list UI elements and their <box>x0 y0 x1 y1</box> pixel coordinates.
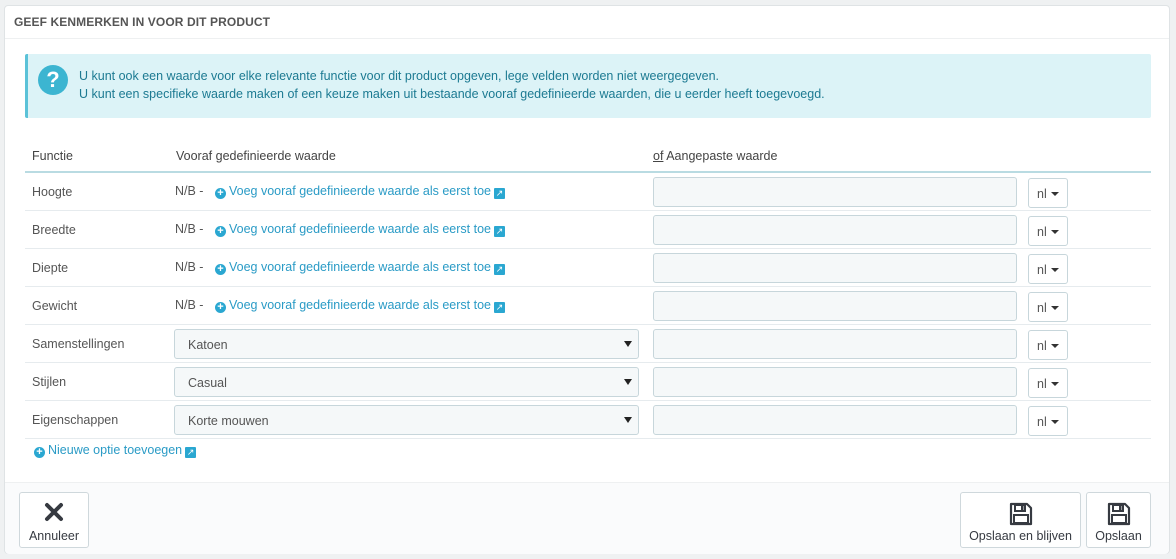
add-link-label: Voeg vooraf gedefinieerde waarde als eer… <box>229 298 491 312</box>
product-features-panel: GEEF KENMERKEN IN VOOR DIT PRODUCT ? U k… <box>4 5 1170 554</box>
feature-name: Gewicht <box>32 299 78 313</box>
external-link-icon: ↗ <box>493 226 505 237</box>
custom-value-input[interactable] <box>653 291 1017 321</box>
info-alert: ? U kunt ook een waarde voor elke releva… <box>25 54 1151 118</box>
save-and-stay-label: Opslaan en blijven <box>969 529 1072 543</box>
feature-name: Diepte <box>32 261 69 275</box>
header-custom-label: Aangepaste waarde <box>663 149 778 163</box>
table-row: Gewicht N/B - + Voeg vooraf gedefinieerde… <box>25 287 1151 325</box>
header-function: Functie <box>32 149 73 163</box>
custom-value-input[interactable] <box>653 329 1017 359</box>
plus-circle-icon: + <box>215 226 226 237</box>
na-label: N/B - <box>175 260 204 274</box>
table-row: Samenstellingen Katoen nl <box>25 325 1151 363</box>
add-link-label: Voeg vooraf gedefinieerde waarde als eer… <box>229 260 491 274</box>
add-predefined-value-link[interactable]: + Voeg vooraf gedefinieerde waarde als ee… <box>215 260 505 275</box>
language-code: nl <box>1037 187 1047 201</box>
language-code: nl <box>1037 225 1047 239</box>
language-dropdown[interactable]: nl <box>1028 292 1068 322</box>
selected-value: Katoen <box>188 338 228 352</box>
question-circle-icon: ? <box>38 65 68 95</box>
language-code: nl <box>1037 301 1047 315</box>
caret-down-icon <box>624 417 632 423</box>
panel-title: GEEF KENMERKEN IN VOOR DIT PRODUCT <box>5 6 1169 39</box>
feature-name: Hoogte <box>32 185 73 199</box>
external-link-icon: ↗ <box>185 447 197 458</box>
custom-value-input[interactable] <box>653 215 1017 245</box>
custom-value-input[interactable] <box>653 253 1017 283</box>
language-dropdown[interactable]: nl <box>1028 216 1068 246</box>
caret-down-icon <box>1051 420 1059 424</box>
add-predefined-value-link[interactable]: + Voeg vooraf gedefinieerde waarde als ee… <box>215 222 505 237</box>
add-predefined-value-link[interactable]: + Voeg vooraf gedefinieerde waarde als ee… <box>215 184 505 199</box>
external-link-icon: ↗ <box>493 188 505 199</box>
na-label: N/B - <box>175 298 204 312</box>
caret-down-icon <box>624 379 632 385</box>
caret-down-icon <box>1051 344 1059 348</box>
caret-down-icon <box>1051 192 1059 196</box>
panel-footer: Annuleer Opslaan en blijven Opslaan <box>5 482 1169 554</box>
external-link-icon: ↗ <box>493 302 505 313</box>
save-icon <box>1009 502 1033 529</box>
add-link-label: Voeg vooraf gedefinieerde waarde als eer… <box>229 184 491 198</box>
caret-down-icon <box>1051 382 1059 386</box>
caret-down-icon <box>1051 268 1059 272</box>
cancel-button[interactable]: Annuleer <box>19 492 89 548</box>
language-dropdown[interactable]: nl <box>1028 406 1068 436</box>
custom-value-input[interactable] <box>653 405 1017 435</box>
custom-value-input[interactable] <box>653 367 1017 397</box>
language-dropdown[interactable]: nl <box>1028 330 1068 360</box>
language-dropdown[interactable]: nl <box>1028 178 1068 208</box>
table-row: Hoogte N/B - + Voeg vooraf gedefinieerde … <box>25 173 1151 211</box>
predefined-value-select[interactable]: Casual <box>174 367 639 397</box>
save-label: Opslaan <box>1095 529 1142 543</box>
na-label: N/B - <box>175 184 204 198</box>
feature-name: Samenstellingen <box>32 337 125 351</box>
plus-circle-icon: + <box>34 447 45 458</box>
header-custom-prefix: of <box>653 149 664 163</box>
custom-value-input[interactable] <box>653 177 1017 207</box>
caret-down-icon <box>624 341 632 347</box>
header-predefined: Vooraf gedefinieerde waarde <box>176 149 336 163</box>
predefined-value-select[interactable]: Katoen <box>174 329 639 359</box>
close-icon <box>44 502 64 525</box>
new-option-link[interactable]: + Nieuwe optie toevoegen ↗ <box>34 443 197 458</box>
save-icon <box>1107 502 1131 529</box>
external-link-icon: ↗ <box>493 264 505 275</box>
selected-value: Korte mouwen <box>188 414 269 428</box>
features-table: Functie Vooraf gedefinieerde waarde of A… <box>25 139 1151 439</box>
table-header: Functie Vooraf gedefinieerde waarde of A… <box>25 139 1151 173</box>
selected-value: Casual <box>188 376 227 390</box>
na-label: N/B - <box>175 222 204 236</box>
alert-line-1: U kunt ook een waarde voor elke relevant… <box>79 69 719 83</box>
header-custom: of Aangepaste waarde <box>653 149 777 163</box>
plus-circle-icon: + <box>215 264 226 275</box>
add-predefined-value-link[interactable]: + Voeg vooraf gedefinieerde waarde als ee… <box>215 298 505 313</box>
language-dropdown[interactable]: nl <box>1028 368 1068 398</box>
save-button[interactable]: Opslaan <box>1086 492 1151 548</box>
alert-line-2: U kunt een specifieke waarde maken of ee… <box>79 87 825 101</box>
feature-name: Eigenschappen <box>32 413 119 427</box>
plus-circle-icon: + <box>215 188 226 199</box>
predefined-value-select[interactable]: Korte mouwen <box>174 405 639 435</box>
table-row: Eigenschappen Korte mouwen nl <box>25 401 1151 439</box>
language-code: nl <box>1037 339 1047 353</box>
language-code: nl <box>1037 263 1047 277</box>
table-row: Stijlen Casual nl <box>25 363 1151 401</box>
new-option-label: Nieuwe optie toevoegen <box>48 443 183 457</box>
caret-down-icon <box>1051 306 1059 310</box>
language-code: nl <box>1037 415 1047 429</box>
language-dropdown[interactable]: nl <box>1028 254 1068 284</box>
feature-name: Stijlen <box>32 375 67 389</box>
feature-name: Breedte <box>32 223 76 237</box>
add-link-label: Voeg vooraf gedefinieerde waarde als eer… <box>229 222 491 236</box>
caret-down-icon <box>1051 230 1059 234</box>
cancel-label: Annuleer <box>28 529 80 543</box>
save-and-stay-button[interactable]: Opslaan en blijven <box>960 492 1081 548</box>
table-row: Diepte N/B - + Voeg vooraf gedefinieerde … <box>25 249 1151 287</box>
language-code: nl <box>1037 377 1047 391</box>
table-row: Breedte N/B - + Voeg vooraf gedefinieerde… <box>25 211 1151 249</box>
plus-circle-icon: + <box>215 302 226 313</box>
